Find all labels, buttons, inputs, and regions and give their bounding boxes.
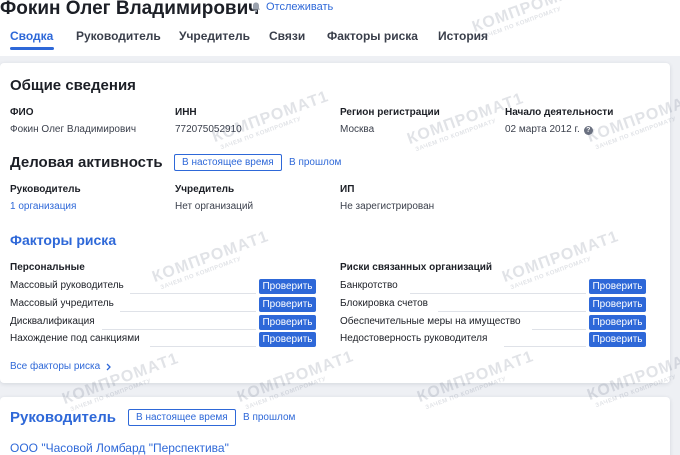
field-label-start-date: Начало деятельности <box>505 107 614 118</box>
check-button[interactable]: Проверить <box>589 315 646 330</box>
risk-section-title[interactable]: Факторы риска <box>10 232 116 248</box>
manager-section-title[interactable]: Руководитель <box>10 409 116 426</box>
tab-founder[interactable]: Учредитель <box>179 29 250 43</box>
risk-related-title: Риски связанных организаций <box>340 262 493 273</box>
field-value-inn: 772075052910 <box>175 124 242 135</box>
field-value-ip: Не зарегистрирован <box>340 201 435 212</box>
field-value-fio: Фокин Олег Владимирович <box>10 124 137 135</box>
tab-summary[interactable]: Сводка <box>10 29 53 43</box>
field-value-region: Москва <box>340 124 375 135</box>
page-title: Фокин Олег Владимирович <box>0 0 260 19</box>
row-divider <box>532 329 586 330</box>
check-button[interactable]: Проверить <box>259 297 316 312</box>
manager-tab-past[interactable]: В прошлом <box>243 412 295 423</box>
field-label-fio: ФИО <box>10 107 34 118</box>
field-value-founder: Нет организаций <box>175 201 254 212</box>
field-value-start-date: 02 марта 2012 г.? <box>505 124 593 135</box>
check-button[interactable]: Проверить <box>259 332 316 347</box>
track-button[interactable]: Отслеживать <box>250 1 333 13</box>
risk-label: Банкротство <box>340 280 398 291</box>
tab-risk-factors[interactable]: Факторы риска <box>327 29 418 43</box>
track-label: Отслеживать <box>266 1 334 13</box>
risk-row: Банкротство Проверить <box>340 279 646 295</box>
manager-tab-current[interactable]: В настоящее время <box>128 409 236 426</box>
business-section-title: Деловая активность <box>10 154 163 171</box>
risk-row: Дисквалификация Проверить <box>10 315 316 331</box>
risk-row: Массовый учредитель Проверить <box>10 297 316 313</box>
row-divider <box>504 346 586 347</box>
risk-label: Недостоверность руководителя <box>340 333 488 344</box>
page-header: Фокин Олег Владимирович Отслеживать Свод… <box>0 0 680 56</box>
field-label-manager: Руководитель <box>10 184 81 195</box>
risk-label: Массовый учредитель <box>10 298 114 309</box>
tab-manager[interactable]: Руководитель <box>76 29 161 43</box>
check-button[interactable]: Проверить <box>259 279 316 294</box>
risk-label: Блокировка счетов <box>340 298 428 309</box>
row-divider <box>438 311 586 312</box>
risk-label: Нахождение под санкциями <box>10 333 140 344</box>
business-tab-past[interactable]: В прошлом <box>289 157 341 168</box>
risk-row: Недостоверность руководителя Проверить <box>340 332 646 348</box>
tab-history[interactable]: История <box>438 29 488 43</box>
row-divider <box>102 329 256 330</box>
row-divider <box>130 293 256 294</box>
risk-label: Массовый руководитель <box>10 280 124 291</box>
field-label-inn: ИНН <box>175 107 197 118</box>
active-tab-indicator <box>10 47 54 50</box>
check-button[interactable]: Проверить <box>589 332 646 347</box>
field-label-founder: Учредитель <box>175 184 235 195</box>
field-label-region: Регион регистрации <box>340 107 440 118</box>
risk-row: Блокировка счетов Проверить <box>340 297 646 313</box>
risk-row: Нахождение под санкциями Проверить <box>10 332 316 348</box>
summary-card: Общие сведения ФИО Фокин Олег Владимиров… <box>0 63 670 383</box>
all-risks-label: Все факторы риска <box>10 361 101 372</box>
general-section-title: Общие сведения <box>10 77 136 94</box>
manager-orgs-link[interactable]: 1 организация <box>10 201 76 212</box>
risk-label: Дисквалификация <box>10 316 95 327</box>
bell-icon <box>252 2 260 13</box>
check-button[interactable]: Проверить <box>259 315 316 330</box>
row-divider <box>150 346 256 347</box>
check-button[interactable]: Проверить <box>589 279 646 294</box>
row-divider <box>120 311 256 312</box>
manager-card: Руководитель В настоящее время В прошлом… <box>0 397 670 455</box>
check-button[interactable]: Проверить <box>589 297 646 312</box>
chevron-right-icon <box>106 363 112 370</box>
tab-connections[interactable]: Связи <box>269 29 305 43</box>
company-link[interactable]: ООО "Часовой Ломбард "Перспектива" <box>10 441 229 455</box>
all-risks-link[interactable]: Все факторы риска <box>10 361 112 372</box>
start-date-text: 02 марта 2012 г. <box>505 124 580 135</box>
field-label-ip: ИП <box>340 184 355 195</box>
row-divider <box>410 293 586 294</box>
risk-personal-title: Персональные <box>10 262 85 273</box>
tab-bar: Сводка Руководитель Учредитель Связи Фак… <box>0 26 680 50</box>
risk-row: Массовый руководитель Проверить <box>10 279 316 295</box>
risk-row: Обеспечительные меры на имущество Провер… <box>340 315 646 331</box>
risk-label: Обеспечительные меры на имущество <box>340 316 521 327</box>
help-icon[interactable]: ? <box>583 126 593 135</box>
business-tab-current[interactable]: В настоящее время <box>174 154 282 171</box>
